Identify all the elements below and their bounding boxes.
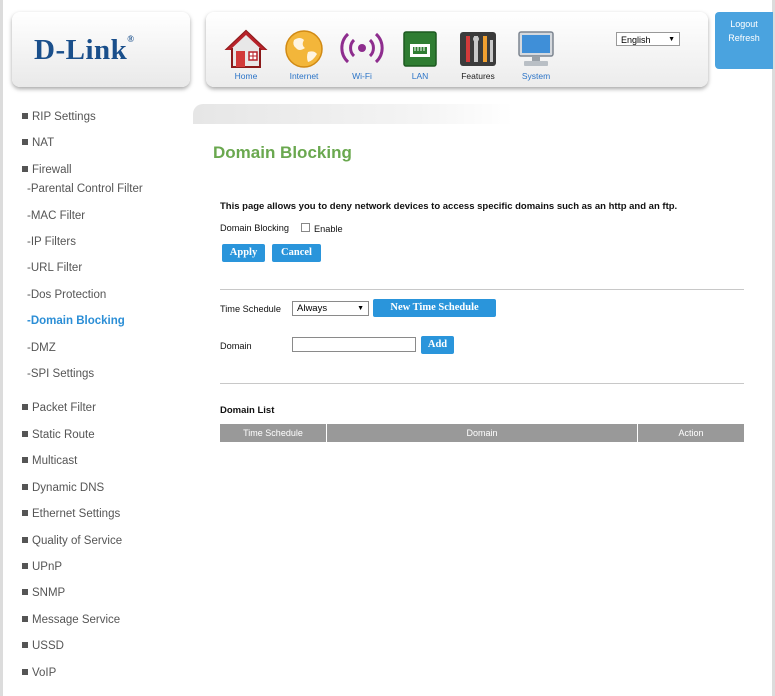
add-button[interactable]: Add	[421, 336, 454, 354]
new-time-schedule-button[interactable]: New Time Schedule	[373, 299, 496, 317]
content-panel	[193, 104, 772, 696]
domain-label: Domain	[220, 341, 252, 351]
sidebar-item-dmz[interactable]: -DMZ	[27, 342, 56, 354]
column-action: Action	[678, 428, 704, 438]
nav-wifi[interactable]: Wi-Fi	[334, 28, 390, 88]
nav-home[interactable]: Home	[218, 28, 274, 88]
sidebar-item-firewall[interactable]: Firewall	[22, 164, 72, 176]
sidebar-item-upnp[interactable]: UPnP	[22, 561, 62, 573]
time-schedule-select-value: Always	[297, 303, 328, 314]
sidebar-item-rip-settings[interactable]: RIP Settings	[22, 111, 96, 123]
enable-checkbox[interactable]	[301, 223, 310, 232]
domain-list-table-header: Time Schedule Domain Action	[220, 424, 744, 442]
nav-lan[interactable]: LAN	[392, 28, 448, 88]
top-nav: Home Internet Wi-Fi LAN Features System	[206, 12, 708, 87]
logout-link[interactable]: Logout	[715, 19, 773, 29]
computer-icon	[518, 31, 554, 66]
sidebar-item-message-service[interactable]: Message Service	[22, 614, 120, 626]
page-title: Domain Blocking	[213, 143, 352, 162]
logo-registered-mark: ®	[127, 34, 135, 44]
divider	[220, 383, 744, 384]
sidebar-item-dynamic-dns[interactable]: Dynamic DNS	[22, 482, 104, 494]
features-icon	[460, 32, 496, 66]
nav-home-label: Home	[234, 71, 258, 81]
page-description: This page allows you to deny network dev…	[220, 201, 678, 212]
chevron-down-icon: ▼	[668, 36, 675, 43]
globe-icon	[285, 30, 323, 68]
language-select[interactable]: English ▼	[616, 32, 680, 46]
domain-blocking-label: Domain Blocking	[220, 223, 289, 233]
chevron-down-icon: ▼	[357, 305, 364, 312]
sidebar-item-nat[interactable]: NAT	[22, 137, 54, 149]
refresh-link[interactable]: Refresh	[715, 33, 773, 43]
apply-button[interactable]: Apply	[222, 244, 265, 262]
sidebar-item-domain-blocking[interactable]: -Domain Blocking	[27, 315, 125, 327]
sidebar-item-url-filter[interactable]: -URL Filter	[27, 262, 82, 274]
logo-panel: D-Link®	[12, 12, 190, 87]
sidebar-item-packet-filter[interactable]: Packet Filter	[22, 402, 96, 414]
dlink-logo: D-Link®	[34, 34, 135, 67]
sidebar-item-quality-of-service[interactable]: Quality of Service	[22, 535, 122, 547]
nav-lan-label: LAN	[411, 71, 429, 81]
home-icon	[224, 29, 268, 68]
time-schedule-select[interactable]: Always ▼	[292, 301, 369, 316]
sidebar-item-voip[interactable]: VoIP	[22, 667, 56, 679]
sidebar-item-multicast[interactable]: Multicast	[22, 455, 77, 467]
sidebar-item-ussd[interactable]: USSD	[22, 640, 64, 652]
sidebar-item-parental-control-filter[interactable]: -Parental Control Filter	[27, 183, 143, 195]
nav-wifi-label: Wi-Fi	[352, 71, 372, 81]
sidebar-item-dos-protection[interactable]: -Dos Protection	[27, 289, 106, 301]
sidebar-item-ethernet-settings[interactable]: Ethernet Settings	[22, 508, 120, 520]
sidebar-item-snmp[interactable]: SNMP	[22, 587, 65, 599]
cancel-button[interactable]: Cancel	[272, 244, 321, 262]
column-time-schedule: Time Schedule	[220, 424, 327, 442]
language-select-value: English	[621, 35, 651, 45]
nav-internet-label: Internet	[289, 71, 319, 81]
logo-text: D-Link	[34, 34, 128, 66]
domain-input[interactable]	[292, 337, 416, 352]
nav-features[interactable]: Features	[450, 28, 506, 88]
nav-system-label: System	[521, 71, 551, 81]
page-frame-left	[0, 0, 3, 696]
domain-list-title: Domain List	[220, 405, 275, 416]
nav-system[interactable]: System	[508, 28, 564, 88]
enable-checkbox-label: Enable	[314, 224, 343, 234]
time-schedule-label: Time Schedule	[220, 304, 281, 314]
divider	[220, 289, 744, 290]
sidebar-item-static-route[interactable]: Static Route	[22, 429, 95, 441]
content-tab-decoration	[193, 104, 513, 124]
column-domain: Domain	[327, 424, 638, 442]
nav-features-label: Features	[461, 71, 495, 81]
account-box: Logout Refresh	[715, 12, 773, 69]
sidebar-item-mac-filter[interactable]: -MAC Filter	[27, 210, 85, 222]
nav-internet[interactable]: Internet	[276, 28, 332, 88]
sidebar-item-ip-filters[interactable]: -IP Filters	[27, 236, 76, 248]
wifi-icon	[340, 32, 384, 64]
lan-icon	[403, 31, 437, 67]
sidebar-item-spi-settings[interactable]: -SPI Settings	[27, 368, 94, 380]
